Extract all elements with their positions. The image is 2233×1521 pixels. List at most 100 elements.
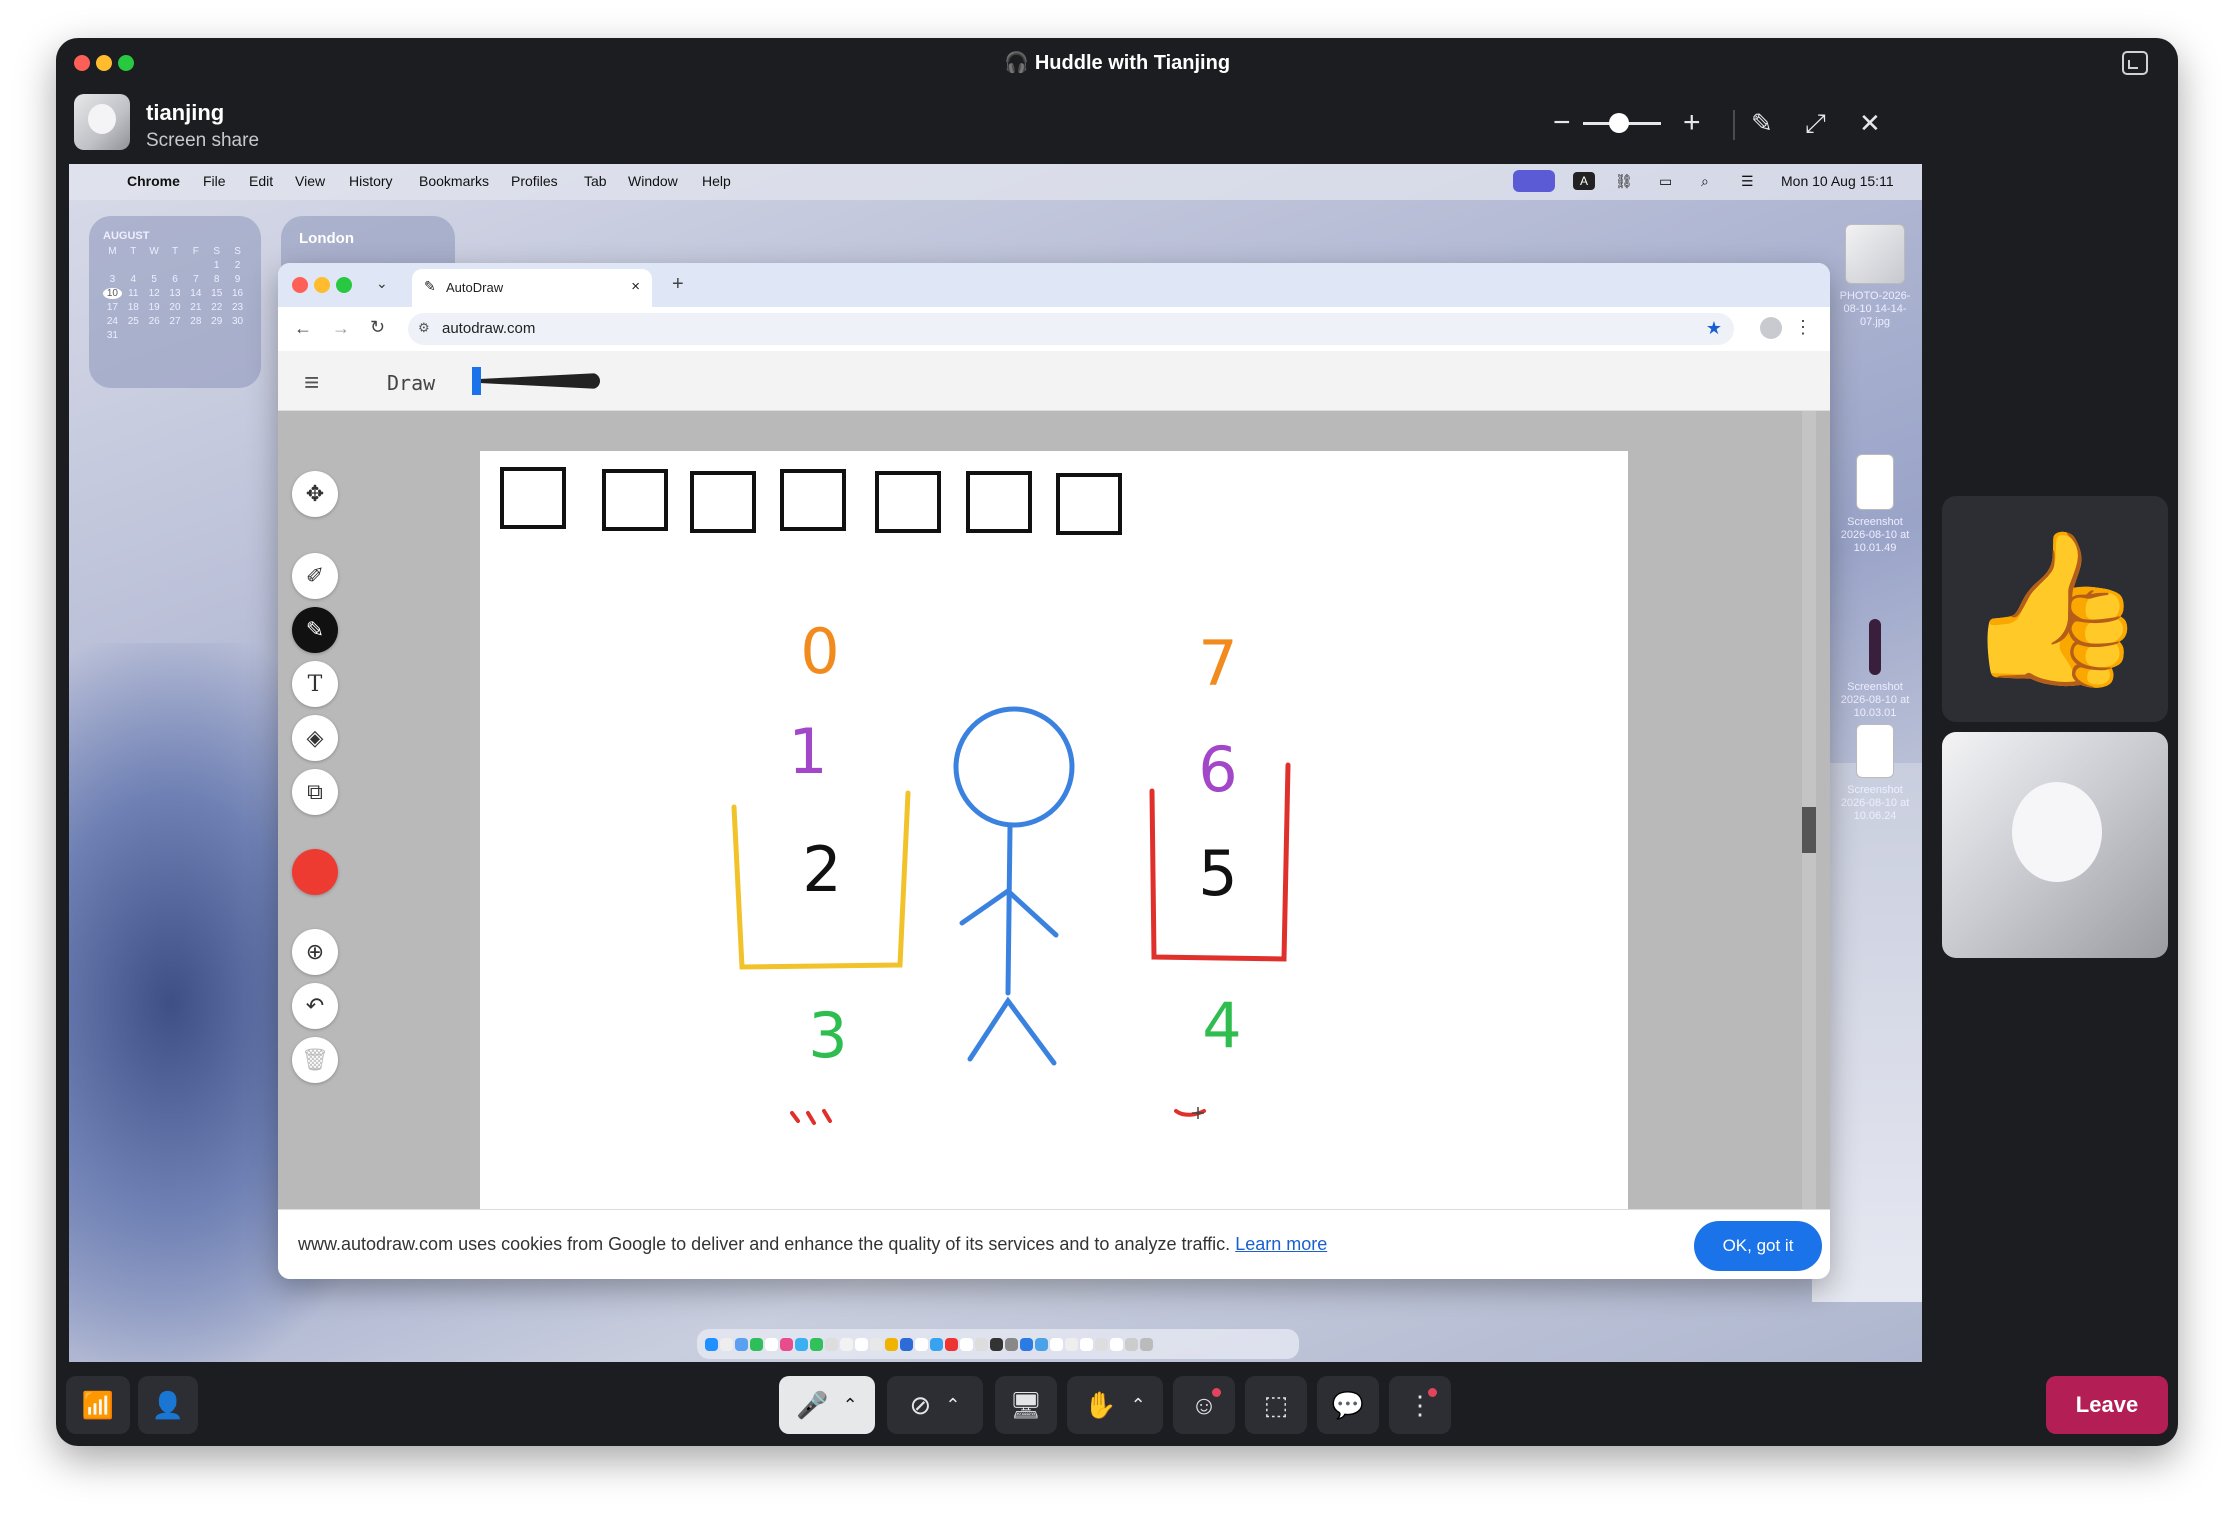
fullscreen-icon[interactable]: ⤢ [1805, 108, 1826, 138]
camera-button[interactable]: ⊘ ⌃ [887, 1376, 983, 1434]
dock-app-icon[interactable] [705, 1337, 718, 1351]
dock-trash-icon[interactable] [1140, 1337, 1153, 1351]
battery-icon[interactable]: ▭ [1659, 173, 1672, 190]
dock-app-icon[interactable] [735, 1337, 748, 1351]
menu-item-history[interactable]: History [349, 173, 393, 189]
screen-share-status-icon[interactable] [1513, 170, 1555, 192]
zoom-slider[interactable] [1583, 113, 1661, 133]
menu-item-file[interactable]: File [203, 173, 226, 189]
dock-app-icon[interactable] [750, 1337, 763, 1351]
address-bar[interactable]: ⚙ autodraw.com ★ [408, 313, 1734, 345]
close-share-icon[interactable]: ✕ [1859, 108, 1881, 138]
raise-hand-button[interactable]: ✋ ⌃ [1067, 1376, 1163, 1434]
undo-icon[interactable]: ↶ [292, 983, 338, 1029]
chevron-up-icon[interactable]: ⌃ [843, 1395, 858, 1416]
dock-app-icon[interactable] [990, 1337, 1003, 1351]
menu-item-help[interactable]: Help [702, 173, 731, 189]
move-tool-icon[interactable]: ✥ [292, 471, 338, 517]
share-screen-icon[interactable]: 🖥 [995, 1376, 1057, 1434]
delete-icon[interactable]: 🗑 [292, 1037, 338, 1083]
dock-app-icon[interactable] [795, 1337, 808, 1351]
input-source-icon[interactable]: A [1573, 172, 1595, 190]
tab-close-icon[interactable]: × [631, 278, 640, 295]
dock-app-icon[interactable] [1125, 1337, 1138, 1351]
site-info-icon[interactable]: ⚙ [418, 320, 430, 336]
dock-app-icon[interactable] [915, 1337, 928, 1351]
text-tool-icon[interactable]: T [292, 661, 338, 707]
desktop-file-photo[interactable]: PHOTO-2026-08-10 14-14-07.jpg [1835, 224, 1915, 329]
desktop-file-screenshot[interactable]: Screenshot 2026-08-10 at 10.06.24 [1835, 724, 1915, 823]
search-icon[interactable]: ⌕ [1701, 173, 1709, 190]
desktop-file-screenshot[interactable]: Screenshot 2026-08-10 at 10.01.49 [1835, 454, 1915, 555]
menu-item-edit[interactable]: Edit [249, 173, 273, 189]
chevron-up-icon[interactable]: ⌃ [1131, 1395, 1146, 1416]
add-people-icon[interactable]: 👤 [138, 1376, 198, 1434]
dock-app-icon[interactable] [1020, 1337, 1033, 1351]
dock-app-icon[interactable] [885, 1337, 898, 1351]
shape-tool-icon[interactable]: ⧉ [292, 769, 338, 815]
dock-app-icon[interactable] [780, 1337, 793, 1351]
dock-app-icon[interactable] [1050, 1337, 1063, 1351]
hamburger-menu-icon[interactable]: ≡ [304, 367, 319, 398]
zoom-in-icon[interactable]: + [1683, 108, 1701, 138]
draw-tool-icon[interactable]: ✎ [292, 607, 338, 653]
more-options-icon[interactable]: ⋮ [1389, 1376, 1451, 1434]
tab-autodraw[interactable]: ✎ AutoDraw × [412, 269, 652, 307]
color-picker-button[interactable] [292, 849, 338, 895]
menu-clock[interactable]: Mon 10 Aug 15:11 [1781, 173, 1894, 189]
dock-app-icon[interactable] [1110, 1337, 1123, 1351]
calendar-widget[interactable]: AUGUST MTWTFSS 12 3456789 10 11 12 13 14 15 16… [89, 216, 261, 388]
menu-item-view[interactable]: View [295, 173, 325, 189]
dock-app-icon[interactable] [855, 1337, 868, 1351]
annotate-pencil-icon[interactable]: ✎ [1751, 108, 1773, 138]
scrollbar-thumb[interactable] [1802, 807, 1816, 853]
autodraw-tool-icon[interactable]: ✐ [292, 553, 338, 599]
stroke-size-slider[interactable] [472, 373, 600, 389]
dock-app-icon[interactable] [720, 1337, 733, 1351]
chrome-menu-icon[interactable]: ⋮ [1794, 317, 1812, 338]
desktop-file-screenshot[interactable]: Screenshot 2026-08-10 at 10.03.01 [1835, 619, 1915, 720]
profile-avatar[interactable] [1760, 317, 1782, 339]
menu-item-tab[interactable]: Tab [584, 173, 607, 189]
menu-app-name[interactable]: Chrome [127, 173, 180, 189]
dock-app-icon[interactable] [870, 1337, 883, 1351]
control-center-icon[interactable]: ☰ [1741, 173, 1754, 190]
drawing-canvas[interactable]: 0 1 2 3 7 6 5 4 [480, 451, 1628, 1211]
menu-item-profiles[interactable]: Profiles [511, 173, 558, 189]
dock-app-icon[interactable] [840, 1337, 853, 1351]
dock-app-icon[interactable] [945, 1337, 958, 1351]
bookmark-star-icon[interactable]: ★ [1706, 318, 1722, 339]
menu-item-window[interactable]: Window [628, 173, 678, 189]
stroke-size-handle[interactable] [472, 367, 481, 395]
tab-search-chevron-icon[interactable]: ⌄ [376, 275, 388, 292]
dock-app-icon[interactable] [765, 1337, 778, 1351]
zoom-tool-icon[interactable]: ⊕ [292, 929, 338, 975]
dock-app-icon[interactable] [960, 1337, 973, 1351]
dock-app-icon[interactable] [1080, 1337, 1093, 1351]
chrome-close-button[interactable] [292, 277, 308, 293]
zoom-slider-knob[interactable] [1609, 113, 1629, 133]
chrome-minimize-button[interactable] [314, 277, 330, 293]
chrome-zoom-button[interactable] [336, 277, 352, 293]
chevron-up-icon[interactable]: ⌃ [945, 1395, 960, 1416]
menu-item-bookmarks[interactable]: Bookmarks [419, 173, 489, 189]
reload-icon[interactable]: ↻ [370, 317, 385, 338]
dock-app-icon[interactable] [1065, 1337, 1078, 1351]
dock-app-icon[interactable] [825, 1337, 838, 1351]
new-tab-icon[interactable]: + [672, 273, 684, 296]
leave-button[interactable]: Leave [2046, 1376, 2168, 1434]
dock-app-icon[interactable] [900, 1337, 913, 1351]
microphone-button[interactable]: 🎤 ⌃ [779, 1376, 875, 1434]
sticker-icon[interactable]: ⬚ [1245, 1376, 1307, 1434]
connection-quality-icon[interactable]: 📶 [66, 1376, 130, 1434]
ok-got-it-button[interactable]: OK, got it [1694, 1221, 1822, 1271]
learn-more-link[interactable]: Learn more [1235, 1234, 1327, 1254]
participant-video-tile[interactable] [1942, 732, 2168, 958]
dock-app-icon[interactable] [1005, 1337, 1018, 1351]
dock-app-icon[interactable] [1095, 1337, 1108, 1351]
dock-app-icon[interactable] [1035, 1337, 1048, 1351]
reactions-icon[interactable]: ☺ [1173, 1376, 1235, 1434]
popout-icon[interactable] [2122, 51, 2148, 75]
back-icon[interactable]: ← [294, 318, 312, 339]
fill-tool-icon[interactable]: ◈ [292, 715, 338, 761]
